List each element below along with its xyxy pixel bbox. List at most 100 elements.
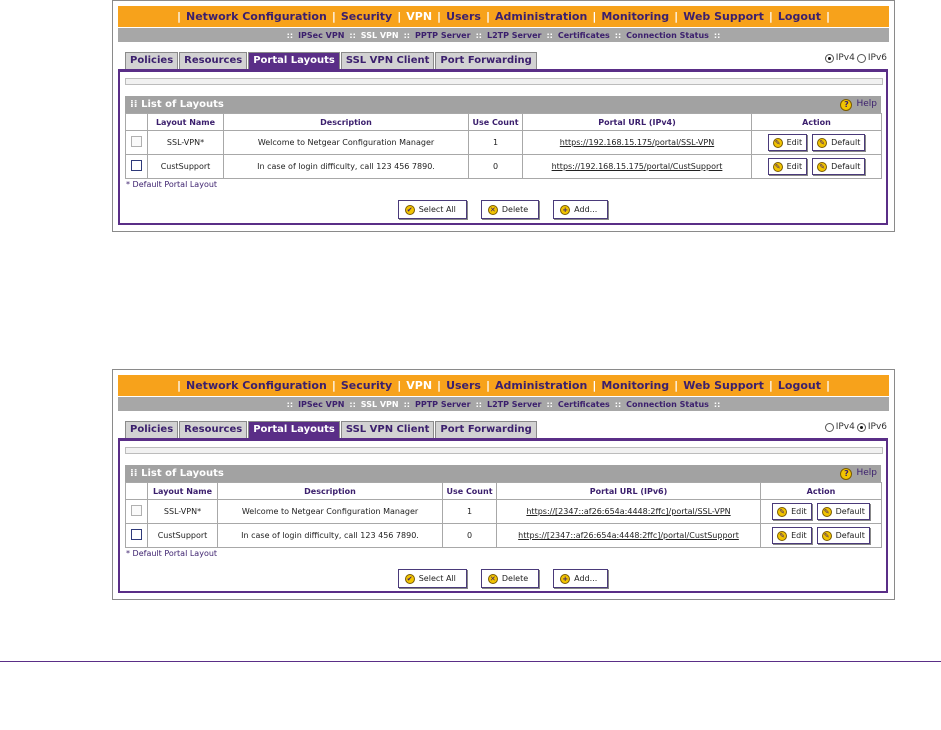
- nav-separator: |: [331, 10, 336, 23]
- portal-url-link[interactable]: https://192.168.15.175/portal/CustSuppor…: [552, 162, 723, 171]
- top-nav: | Network Configuration | Security | VPN | User…: [118, 375, 889, 396]
- add-button[interactable]: + Add...: [553, 569, 609, 588]
- add-button[interactable]: + Add...: [553, 200, 609, 219]
- description-cell: In case of login difficulty, call 123 45…: [217, 523, 443, 548]
- nav-item-monitoring[interactable]: Monitoring: [601, 379, 669, 392]
- edit-button[interactable]: ✎ Edit: [767, 158, 808, 175]
- subnav-item-connection-status[interactable]: Connection Status: [626, 400, 709, 409]
- default-button[interactable]: ✎ Default: [812, 134, 866, 151]
- default-button[interactable]: ✎ Default: [816, 503, 870, 520]
- tab-policies[interactable]: Policies: [125, 421, 179, 438]
- nav-item-administration[interactable]: Administration: [495, 10, 587, 23]
- edit-button[interactable]: ✎ Edit: [767, 134, 808, 151]
- default-icon: ✎: [821, 506, 832, 517]
- nav-item-logout[interactable]: Logout: [778, 10, 821, 23]
- subnav-item-certificates[interactable]: Certificates: [558, 31, 610, 40]
- portal-url-cell: https://192.168.15.175/portal/CustSuppor…: [522, 154, 752, 179]
- tab-portal-layouts[interactable]: Portal Layouts: [248, 52, 340, 69]
- default-button[interactable]: ✎ Default: [812, 158, 866, 175]
- nav-item-vpn[interactable]: VPN: [406, 10, 432, 23]
- nav-item-vpn[interactable]: VPN: [406, 379, 432, 392]
- subnav-item-l2tp-server[interactable]: L2TP Server: [487, 31, 542, 40]
- radio-ipv6[interactable]: [856, 53, 866, 63]
- use-count-cell: 0: [442, 523, 497, 548]
- nav-item-administration[interactable]: Administration: [495, 379, 587, 392]
- subnav-item-ssl-vpn[interactable]: SSL VPN: [361, 31, 399, 40]
- nav-separator: |: [768, 10, 773, 23]
- delete-button[interactable]: ✕ Delete: [480, 569, 540, 588]
- row-select-cell: [125, 523, 148, 548]
- default-button[interactable]: ✎ Default: [816, 527, 870, 544]
- row-checkbox[interactable]: [131, 529, 142, 540]
- progress-bar: [125, 78, 883, 85]
- nav-separator: |: [397, 379, 402, 392]
- tab-portal-layouts[interactable]: Portal Layouts: [248, 421, 340, 438]
- select-all-button[interactable]: ✔ Select All: [397, 569, 467, 588]
- radio-ipv6[interactable]: [856, 422, 866, 432]
- tab-resources[interactable]: Resources: [179, 421, 248, 438]
- default-portal-note: * Default Portal Layout: [126, 180, 218, 189]
- subnav-item-l2tp-server[interactable]: L2TP Server: [487, 400, 542, 409]
- nav-item-web-support[interactable]: Web Support: [683, 379, 764, 392]
- radio-label-ipv6: IPv6: [867, 422, 887, 432]
- select-all-button-label: Select All: [418, 574, 456, 583]
- screenshot-ipv4: | Network Configuration | Security | VPN | User…: [112, 0, 895, 232]
- radio-ipv4[interactable]: [824, 53, 834, 63]
- delete-button[interactable]: ✕ Delete: [480, 200, 540, 219]
- default-label: Default: [835, 531, 865, 540]
- col-header-use-count: Use Count: [442, 482, 497, 500]
- portal-url-cell: https://[2347::af26:654a:4448:2ffc]/port…: [496, 523, 761, 548]
- nav-item-security[interactable]: Security: [341, 10, 392, 23]
- subnav-item-connection-status[interactable]: Connection Status: [626, 31, 709, 40]
- subnav-item-pptp-server[interactable]: PPTP Server: [415, 400, 471, 409]
- portal-url-link[interactable]: https://[2347::af26:654a:4448:2ffc]/port…: [518, 531, 739, 540]
- top-nav: | Network Configuration | Security | VPN | User…: [118, 6, 889, 27]
- nav-separator: |: [825, 10, 831, 23]
- subnav-separator: ::: [713, 30, 721, 40]
- col-header-use-count: Use Count: [468, 113, 523, 131]
- nav-item-network-configuration[interactable]: Network Configuration: [186, 379, 327, 392]
- nav-item-users[interactable]: Users: [446, 379, 481, 392]
- action-cell: ✎ Edit ✎ Default: [751, 154, 882, 179]
- portal-url-link[interactable]: https://[2347::af26:654a:4448:2ffc]/port…: [526, 507, 730, 516]
- radio-ipv4[interactable]: [824, 422, 834, 432]
- tab-resources[interactable]: Resources: [179, 52, 248, 69]
- subnav-separator: ::: [286, 399, 294, 409]
- nav-item-users[interactable]: Users: [446, 10, 481, 23]
- tab-bar: Policies Resources Portal Layouts SSL VPN C…: [125, 421, 538, 438]
- subnav-item-pptp-server[interactable]: PPTP Server: [415, 31, 471, 40]
- edit-label: Edit: [786, 162, 803, 171]
- help-link[interactable]: ? Help: [840, 465, 877, 482]
- help-link[interactable]: ? Help: [840, 96, 877, 113]
- row-checkbox[interactable]: [131, 160, 142, 171]
- layouts-table: Layout Name Description Use Count Portal UR…: [125, 482, 882, 548]
- nav-item-network-configuration[interactable]: Network Configuration: [186, 10, 327, 23]
- tab-port-forwarding[interactable]: Port Forwarding: [435, 52, 537, 69]
- row-checkbox: [131, 505, 142, 516]
- page-divider: [0, 661, 941, 662]
- subnav-item-ipsec-vpn[interactable]: IPSec VPN: [298, 31, 344, 40]
- edit-button[interactable]: ✎ Edit: [772, 503, 812, 520]
- nav-separator: |: [674, 379, 679, 392]
- table-header-row: Layout Name Description Use Count Portal UR…: [125, 113, 882, 131]
- portal-url-link[interactable]: https://192.168.15.175/portal/SSL-VPN: [560, 138, 714, 147]
- use-count-cell: 0: [468, 154, 523, 179]
- tab-ssl-vpn-client[interactable]: SSL VPN Client: [340, 421, 435, 438]
- help-icon: ?: [840, 467, 853, 480]
- tab-ssl-vpn-client[interactable]: SSL VPN Client: [340, 52, 435, 69]
- subnav-item-ipsec-vpn[interactable]: IPSec VPN: [298, 400, 344, 409]
- nav-separator: |: [485, 379, 491, 392]
- subnav-item-certificates[interactable]: Certificates: [558, 400, 610, 409]
- nav-item-web-support[interactable]: Web Support: [683, 10, 764, 23]
- tab-port-forwarding[interactable]: Port Forwarding: [435, 421, 537, 438]
- edit-button[interactable]: ✎ Edit: [772, 527, 812, 544]
- nav-item-security[interactable]: Security: [341, 379, 392, 392]
- tab-policies[interactable]: Policies: [125, 52, 179, 69]
- subnav-item-ssl-vpn[interactable]: SSL VPN: [361, 400, 399, 409]
- nav-item-logout[interactable]: Logout: [778, 379, 821, 392]
- list-title: ⁞⁞ List of Layouts: [130, 99, 224, 110]
- col-header-portal-url: Portal URL (IPv6): [496, 482, 761, 500]
- nav-item-monitoring[interactable]: Monitoring: [601, 10, 669, 23]
- action-cell: ✎ Edit ✎ Default: [760, 499, 882, 524]
- select-all-button[interactable]: ✔ Select All: [397, 200, 467, 219]
